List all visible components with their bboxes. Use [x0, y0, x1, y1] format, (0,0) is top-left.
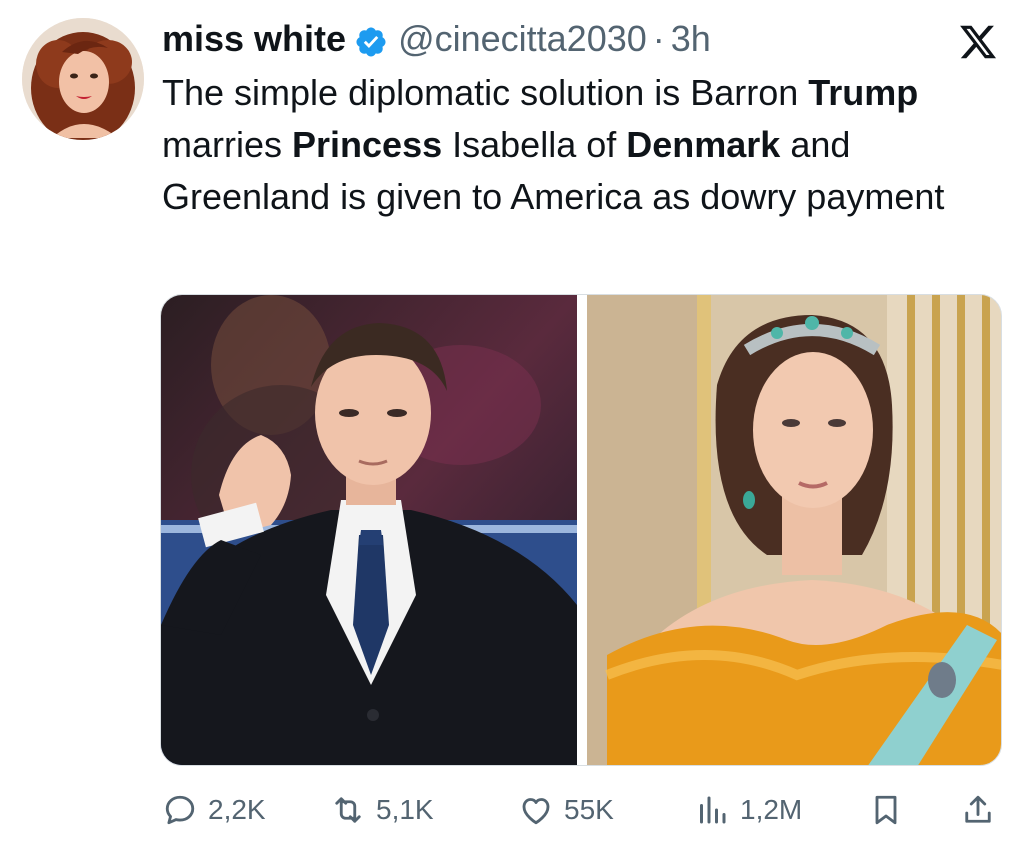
tweet-text-segment: marries — [162, 124, 293, 165]
separator-dot: · — [652, 18, 665, 59]
tweet-text-bold: Trump — [808, 72, 919, 113]
tweet-text-segment: Isabella of — [442, 124, 627, 165]
reply-button[interactable]: 2,2K — [162, 782, 266, 838]
like-icon — [522, 798, 550, 825]
verified-badge-icon — [354, 22, 388, 57]
media-photo-2[interactable] — [587, 295, 1001, 765]
bookmark-icon — [875, 795, 897, 825]
views-button[interactable]: 1,2M — [694, 782, 802, 838]
tweet-text-segment: The simple diplomatic solution is Barron — [162, 72, 809, 113]
repost-count: 5,1K — [376, 794, 434, 825]
bookmark-button[interactable] — [868, 782, 904, 838]
photo-young-man-in-suit — [161, 295, 577, 765]
media-divider — [577, 295, 587, 765]
media-grid — [160, 294, 1002, 766]
tweet-text-bold: Denmark — [626, 124, 781, 165]
tweet-text: The simple diplomatic solution is Barron… — [162, 67, 1012, 223]
views-count: 1,2M — [740, 794, 803, 825]
repost-button[interactable]: 5,1K — [330, 782, 434, 838]
tweet-text-bold: Princess — [292, 124, 443, 165]
author-name[interactable]: miss white — [162, 14, 346, 64]
avatar[interactable] — [22, 18, 144, 140]
photo-princess-in-gown — [587, 295, 1001, 765]
reply-count: 2,2K — [208, 794, 266, 825]
views-icon — [700, 796, 726, 824]
share-button[interactable] — [960, 782, 996, 838]
like-count: 55K — [564, 794, 614, 825]
x-logo-icon — [957, 22, 999, 62]
media-photo-1[interactable] — [161, 295, 577, 765]
reply-icon — [165, 795, 195, 825]
author-handle[interactable]: @cinecitta2030 — [398, 14, 647, 64]
tweet-timestamp[interactable]: 3h — [671, 14, 711, 64]
tweet-header: miss white @cinecitta2030 · 3h — [162, 14, 711, 64]
like-button[interactable]: 55K — [518, 782, 614, 838]
repost-icon — [335, 797, 361, 823]
share-icon — [965, 795, 991, 823]
action-bar: 2,2K 5,1K 55K 1,2M — [160, 782, 1010, 838]
avatar-image — [22, 18, 144, 140]
